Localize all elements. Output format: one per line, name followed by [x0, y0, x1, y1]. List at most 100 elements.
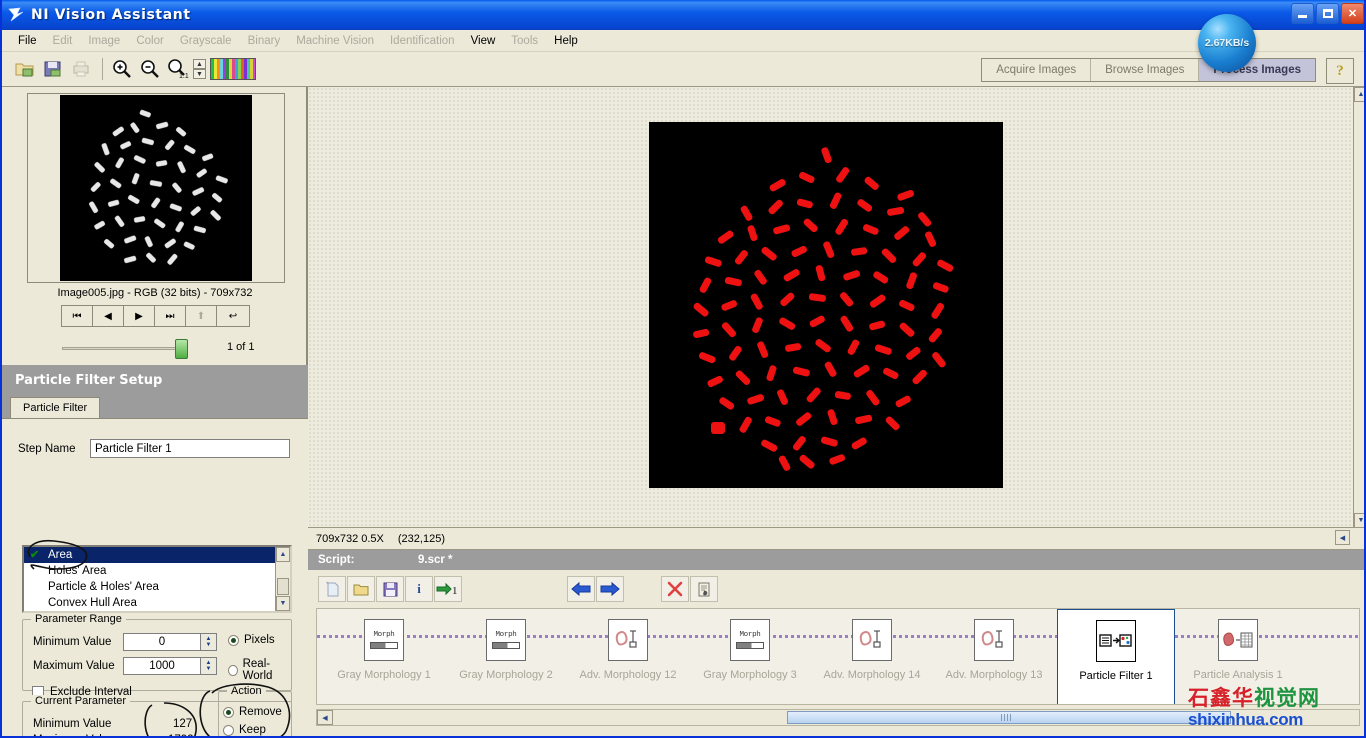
first-image-button[interactable]: ⏮ — [61, 305, 93, 327]
minimize-button[interactable] — [1291, 3, 1314, 24]
watermark-url: shixinhua.com — [1188, 710, 1364, 729]
measurement-list[interactable]: ✔ Area Holes' Area Particle & Holes' Are… — [22, 545, 292, 613]
script-step-adv-morphology-14[interactable]: Adv. Morphology 14 — [813, 613, 931, 701]
morph-icon: Morph — [364, 619, 404, 661]
zoom-step-down-icon[interactable]: ▼ — [193, 69, 206, 79]
script-step-gray-morphology-3[interactable]: Morph Gray Morphology 3 — [691, 613, 809, 701]
open-image-icon[interactable] — [12, 57, 38, 82]
image-vertical-scrollbar[interactable]: ▲ ▼ — [1353, 87, 1366, 528]
adv-morph-icon — [852, 619, 892, 661]
maximum-value-stepper[interactable]: ▲▼ — [201, 657, 217, 675]
list-item-particle-holes-area[interactable]: Particle & Holes' Area — [24, 579, 290, 595]
menu-binary[interactable]: Binary — [240, 32, 289, 50]
tab-particle-filter[interactable]: Particle Filter — [10, 397, 100, 418]
measurement-list-scrollbar[interactable]: ▲ ▼ — [275, 547, 290, 611]
zoom-step-up-icon[interactable]: ▲ — [193, 59, 206, 69]
script-step-gray-morphology-2[interactable]: Morph Gray Morphology 2 — [447, 613, 565, 701]
help-button[interactable]: ? — [1326, 58, 1354, 84]
delete-step-icon[interactable] — [661, 576, 689, 602]
radio-real-world-label: Real-World — [243, 658, 291, 682]
image-slider-track[interactable] — [62, 347, 187, 350]
save-script-icon[interactable] — [376, 576, 404, 602]
image-display-area[interactable]: ▲ ▼ — [308, 87, 1366, 528]
image-caption: Image005.jpg - RGB (32 bits) - 709x732 — [2, 287, 308, 299]
minimum-value-input[interactable]: 0 — [123, 633, 201, 651]
script-step-particle-filter-1[interactable]: Particle Filter 1 — [1057, 609, 1175, 705]
menu-color[interactable]: Color — [128, 32, 171, 50]
radio-keep-label: Keep — [239, 724, 266, 736]
adv-morph-icon — [608, 619, 648, 661]
scroll-down-icon[interactable]: ▼ — [276, 596, 290, 611]
list-item-area[interactable]: ✔ Area — [24, 547, 290, 563]
tab-browse-images[interactable]: Browse Images — [1091, 59, 1199, 81]
morph-icon-bar — [492, 642, 520, 649]
minimum-value-stepper[interactable]: ▲▼ — [201, 633, 217, 651]
zoom-level-stepper[interactable]: ▲ ▼ — [193, 59, 206, 79]
maximum-value-input[interactable]: 1000 — [123, 657, 201, 675]
menu-edit[interactable]: Edit — [45, 32, 81, 50]
morph-icon-text: Morph — [495, 631, 516, 639]
print-image-icon[interactable] — [68, 57, 94, 82]
radio-real-world[interactable]: Real-World — [228, 658, 291, 682]
menu-file[interactable]: File — [10, 32, 45, 50]
open-script-icon[interactable] — [347, 576, 375, 602]
last-image-button[interactable]: ⏭ — [154, 305, 186, 327]
restore-image-button[interactable]: ⬆ — [185, 305, 217, 327]
step-name-input[interactable]: Particle Filter 1 — [90, 439, 290, 458]
list-item-holes-area[interactable]: Holes' Area — [24, 563, 290, 579]
run-once-icon[interactable]: 1 — [434, 576, 462, 602]
image-slider-thumb[interactable] — [175, 339, 188, 359]
zoom-actual-size-icon[interactable]: 1:1 — [165, 57, 191, 82]
script-info-icon[interactable]: i — [405, 576, 433, 602]
setup-panel-title: Particle Filter Setup — [2, 365, 308, 395]
zoom-in-icon[interactable] — [109, 57, 135, 82]
menu-image[interactable]: Image — [80, 32, 128, 50]
maximize-button[interactable] — [1316, 3, 1339, 24]
image-slider[interactable]: 1 of 1 — [2, 337, 308, 359]
current-maximum-value: 1792 — [168, 734, 194, 738]
color-palette-icon[interactable] — [210, 58, 256, 80]
menu-help[interactable]: Help — [546, 32, 586, 50]
tab-acquire-images[interactable]: Acquire Images — [982, 59, 1091, 81]
zoom-out-icon[interactable] — [137, 57, 163, 82]
radio-remove[interactable]: Remove — [223, 706, 282, 718]
previous-image-button[interactable]: ◀ — [92, 305, 124, 327]
revert-image-button[interactable]: ↩ — [216, 305, 250, 327]
step-forward-icon[interactable] — [596, 576, 624, 602]
next-image-button[interactable]: ▶ — [123, 305, 155, 327]
list-item-convex-hull-area[interactable]: Convex Hull Area — [24, 595, 290, 611]
menu-machine-vision[interactable]: Machine Vision — [288, 32, 382, 50]
save-image-icon[interactable] — [40, 57, 66, 82]
radio-keep[interactable]: Keep — [223, 724, 266, 736]
menu-tools[interactable]: Tools — [503, 32, 546, 50]
scroll-up-icon[interactable]: ▲ — [276, 547, 290, 562]
copy-step-icon[interactable] — [690, 576, 718, 602]
left-panel: Image005.jpg - RGB (32 bits) - 709x732 ⏮… — [2, 87, 308, 734]
step-back-icon[interactable] — [567, 576, 595, 602]
menu-grayscale[interactable]: Grayscale — [172, 32, 240, 50]
script-step-adv-morphology-12[interactable]: Adv. Morphology 12 — [569, 613, 687, 701]
particle-analysis-icon — [1218, 619, 1258, 661]
menu-identification[interactable]: Identification — [382, 32, 463, 50]
script-step-adv-morphology-13[interactable]: Adv. Morphology 13 — [935, 613, 1053, 701]
scroll-up-icon[interactable]: ▲ — [1354, 87, 1366, 102]
script-step-label: Gray Morphology 2 — [459, 669, 553, 681]
processed-image-canvas[interactable] — [649, 122, 1003, 488]
radio-pixels[interactable]: Pixels — [228, 634, 275, 646]
svg-text:1: 1 — [452, 585, 458, 597]
script-step-gray-morphology-1[interactable]: Morph Gray Morphology 1 — [325, 613, 443, 701]
script-step-label: Gray Morphology 3 — [703, 669, 797, 681]
menu-bar: File Edit Image Color Grayscale Binary M… — [2, 30, 1366, 52]
image-thumbnail-box[interactable] — [27, 93, 285, 283]
script-step-label: Particle Analysis 1 — [1193, 669, 1282, 681]
watermark-chinese-green: 视觉网 — [1254, 685, 1320, 710]
horizontal-scroll-left-icon[interactable]: ◀ — [1335, 530, 1350, 545]
image-status-bar: 709x732 0.5X (232,125) ◀ — [308, 528, 1366, 550]
scroll-left-icon[interactable]: ◀ — [317, 710, 333, 725]
new-script-icon[interactable] — [318, 576, 346, 602]
scroll-down-icon[interactable]: ▼ — [1354, 513, 1366, 528]
menu-view[interactable]: View — [463, 32, 504, 50]
close-button[interactable]: ✕ — [1341, 3, 1364, 24]
scroll-thumb[interactable] — [277, 578, 289, 595]
network-speed-widget[interactable]: 2.67KB/s — [1198, 14, 1256, 72]
